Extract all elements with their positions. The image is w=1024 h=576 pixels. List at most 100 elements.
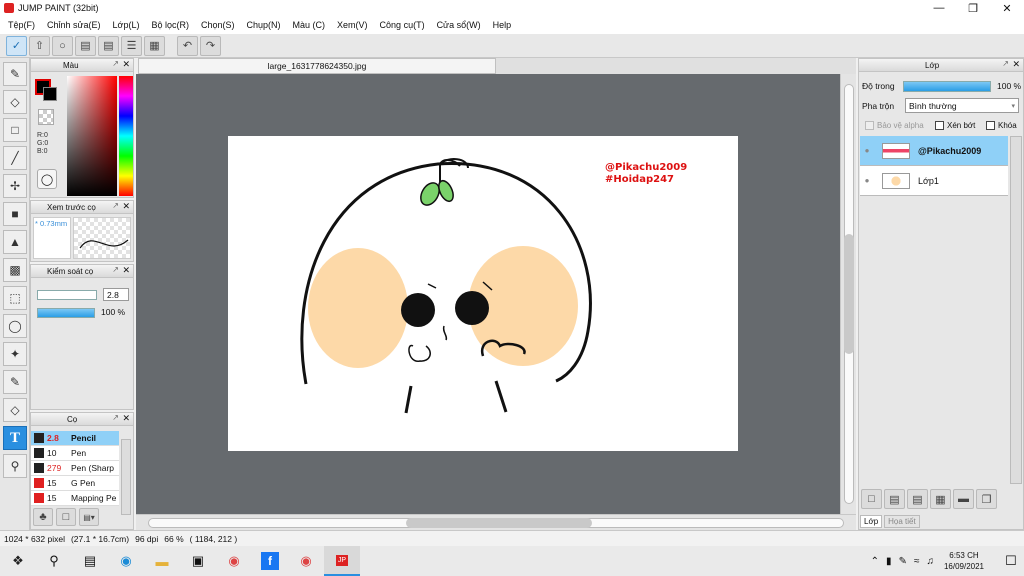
- brush-list-scrollbar[interactable]: [121, 439, 131, 515]
- chrome-icon[interactable]: ◉: [216, 546, 252, 576]
- background-color-swatch[interactable]: [43, 87, 57, 101]
- windows-start-icon[interactable]: ❖: [0, 546, 36, 576]
- menu-file[interactable]: Tệp(F): [2, 20, 41, 30]
- menu-color[interactable]: Màu (C): [287, 20, 332, 30]
- document-icon[interactable]: ▤: [98, 35, 119, 56]
- visibility-icon[interactable]: ●: [860, 176, 874, 185]
- store-icon[interactable]: ▣: [180, 546, 216, 576]
- transparent-color-swatch[interactable]: [38, 109, 54, 125]
- close-icon[interactable]: ✕: [122, 413, 130, 424]
- pin-icon[interactable]: ↗: [112, 265, 119, 274]
- eyedropper-icon[interactable]: ⚲: [3, 454, 27, 478]
- brush-item[interactable]: 2.8 Pencil: [31, 431, 119, 446]
- menu-window[interactable]: Cửa sổ(W): [431, 20, 487, 30]
- select-eraser-icon[interactable]: ◇: [3, 398, 27, 422]
- bucket-icon[interactable]: ▲: [3, 230, 27, 254]
- close-icon[interactable]: ✕: [122, 201, 130, 212]
- new-brush-icon[interactable]: □: [56, 508, 76, 526]
- comment-icon[interactable]: ▤: [75, 35, 96, 56]
- layer-row[interactable]: ● @Pikachu2009: [860, 136, 1008, 166]
- chevron-up-icon[interactable]: ⌃: [871, 556, 879, 567]
- pin-icon[interactable]: ↗: [112, 413, 119, 422]
- tab-texture[interactable]: Họa tiết: [884, 515, 920, 528]
- search-icon[interactable]: ⚲: [36, 546, 72, 576]
- hue-slider[interactable]: [119, 76, 133, 196]
- eraser-icon[interactable]: ◇: [3, 90, 27, 114]
- list-icon[interactable]: ☰: [121, 35, 142, 56]
- close-icon[interactable]: ✕: [122, 59, 130, 70]
- task-view-icon[interactable]: ▤: [72, 546, 108, 576]
- folder-icon[interactable]: ▬: [953, 489, 974, 509]
- magic-wand-icon[interactable]: ✦: [3, 342, 27, 366]
- fill-shape-icon[interactable]: ■: [3, 202, 27, 226]
- lasso-icon[interactable]: ◯: [3, 314, 27, 338]
- minimize-icon[interactable]: —: [922, 0, 956, 16]
- check-icon[interactable]: ✓: [6, 35, 27, 56]
- close-icon[interactable]: ✕: [1012, 59, 1020, 70]
- move-icon[interactable]: ✢: [3, 174, 27, 198]
- vertical-scrollbar[interactable]: [840, 74, 856, 514]
- layer-opacity-slider[interactable]: [903, 81, 991, 92]
- volume-icon[interactable]: ♫: [926, 556, 934, 567]
- visibility-icon[interactable]: ●: [860, 146, 874, 155]
- file-explorer-icon[interactable]: ▬: [144, 546, 180, 576]
- chrome-profile-icon[interactable]: ◉: [288, 546, 324, 576]
- pin-icon[interactable]: ↗: [112, 59, 119, 68]
- menu-capture[interactable]: Chụp(N): [241, 20, 287, 30]
- menu-edit[interactable]: Chỉnh sửa(E): [41, 20, 107, 30]
- merge-layer-icon[interactable]: ❐: [976, 489, 997, 509]
- pen-icon[interactable]: ✎: [899, 556, 907, 567]
- document-tab[interactable]: large_1631778624350.jpg: [138, 58, 496, 74]
- pin-icon[interactable]: ↗: [112, 201, 119, 210]
- gradient-icon[interactable]: ▩: [3, 258, 27, 282]
- notification-icon[interactable]: ☐: [998, 546, 1024, 576]
- text-tool-icon[interactable]: T: [3, 426, 27, 450]
- new-layer-icon[interactable]: □: [861, 489, 882, 509]
- brush-size-slider[interactable]: [37, 290, 97, 300]
- protect-alpha-checkbox[interactable]: [865, 121, 874, 130]
- select-pen-icon[interactable]: ✎: [3, 370, 27, 394]
- close-icon[interactable]: ✕: [990, 0, 1024, 16]
- brush-size-value[interactable]: 2.8: [103, 288, 129, 301]
- brush-item[interactable]: 15 G Pen: [31, 476, 119, 491]
- brush-icon[interactable]: ✎: [3, 62, 27, 86]
- layer-row[interactable]: ● Lớp1: [860, 166, 1008, 196]
- grid-icon[interactable]: ▦: [144, 35, 165, 56]
- clip-checkbox[interactable]: [935, 121, 944, 130]
- redo-icon[interactable]: ↷: [200, 35, 221, 56]
- blend-mode-select[interactable]: Bình thường ▾: [905, 98, 1019, 113]
- battery-icon[interactable]: ▮: [886, 556, 892, 567]
- line-icon[interactable]: ╱: [3, 146, 27, 170]
- vertical-scroll-thumb[interactable]: [844, 234, 854, 354]
- chat-icon[interactable]: ○: [52, 35, 73, 56]
- brush-item[interactable]: 10 Pen: [31, 446, 119, 461]
- menu-view[interactable]: Xem(V): [331, 20, 374, 30]
- restore-icon[interactable]: ❐: [956, 0, 990, 16]
- menu-tools[interactable]: Công cụ(T): [374, 20, 431, 30]
- share-icon[interactable]: ⇧: [29, 35, 50, 56]
- tab-layer[interactable]: Lớp: [860, 515, 883, 528]
- pin-icon[interactable]: ↗: [1002, 59, 1009, 68]
- facebook-icon[interactable]: f: [252, 546, 288, 576]
- undo-icon[interactable]: ↶: [177, 35, 198, 56]
- layer-list-scrollbar[interactable]: [1010, 136, 1022, 484]
- menu-filter[interactable]: Bộ lọc(R): [145, 20, 195, 30]
- brush-menu-icon[interactable]: ▤▾: [79, 508, 99, 526]
- brush-opacity-slider[interactable]: [37, 308, 95, 318]
- palette-icon[interactable]: ◯: [37, 169, 57, 189]
- brush-item[interactable]: 15 Mapping Pe: [31, 491, 119, 506]
- menu-select[interactable]: Chọn(S): [195, 20, 241, 30]
- jump-paint-icon[interactable]: JP: [324, 546, 360, 576]
- wifi-icon[interactable]: ≈: [914, 556, 920, 567]
- horizontal-scroll-thumb[interactable]: [406, 518, 592, 528]
- lock-checkbox[interactable]: [986, 121, 995, 130]
- clock[interactable]: 6:53 CH 16/09/2021: [944, 550, 984, 572]
- canvas-paper[interactable]: @Pikachu2009 #Hoidap247: [228, 136, 738, 451]
- menu-layer[interactable]: Lớp(L): [107, 20, 146, 30]
- saturation-value-picker[interactable]: [67, 76, 117, 196]
- horizontal-scrollbar[interactable]: [136, 514, 856, 530]
- select-rect-icon[interactable]: ⬚: [3, 286, 27, 310]
- menu-help[interactable]: Help: [487, 20, 518, 30]
- layer-texture-icon[interactable]: ▦: [930, 489, 951, 509]
- duplicate-layer-icon[interactable]: ▤: [884, 489, 905, 509]
